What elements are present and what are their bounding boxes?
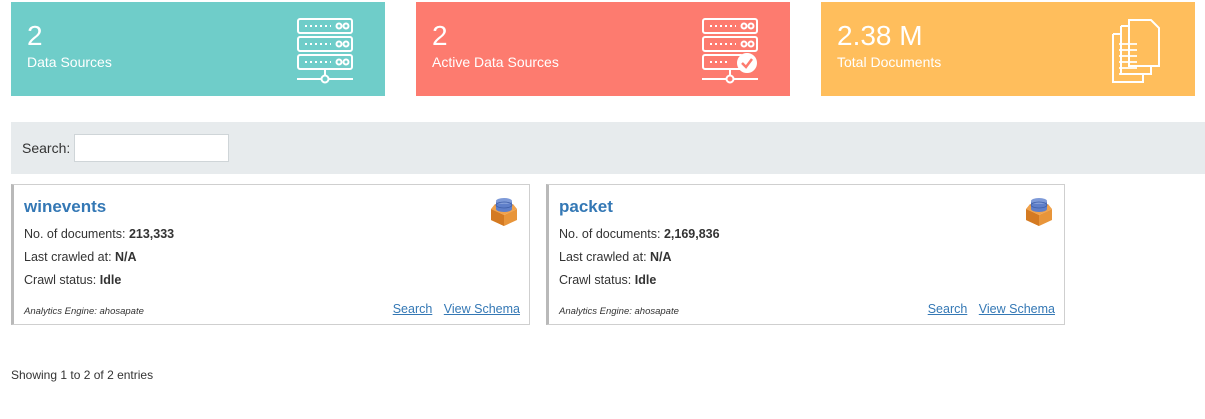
view-schema-link[interactable]: View Schema — [444, 302, 520, 316]
table-info: Showing 1 to 2 of 2 entries — [11, 368, 154, 382]
last-crawled: Last crawled at: N/A — [559, 250, 672, 264]
documents-count: No. of documents: 2,169,836 — [559, 227, 720, 241]
search-bar: Search: — [11, 122, 1205, 174]
stat-tile-data-sources: 2 Data Sources — [11, 2, 385, 96]
datasource-card: winevents No. of documents: 213,333 Last… — [11, 184, 530, 325]
documents-count: No. of documents: 213,333 — [24, 227, 175, 241]
crawl-status: Crawl status: Idle — [559, 273, 657, 287]
stat-tile-total-documents: 2.38 M Total Documents — [821, 2, 1195, 96]
card-actions: Search View Schema — [385, 302, 520, 316]
datasource-card: packet No. of documents: 2,169,836 Last … — [546, 184, 1065, 325]
analytics-engine-label: Analytics Engine: ahosapate — [24, 306, 144, 317]
database-box-icon — [1026, 198, 1052, 226]
documents-icon — [1112, 19, 1160, 83]
view-schema-link[interactable]: View Schema — [979, 302, 1055, 316]
card-actions: Search View Schema — [920, 302, 1055, 316]
search-input[interactable] — [74, 134, 230, 162]
server-icon — [297, 18, 353, 84]
database-box-icon — [491, 198, 517, 226]
search-label: Search: — [22, 140, 71, 156]
crawl-status: Crawl status: Idle — [24, 273, 122, 287]
stat-tile-active-data-sources: 2 Active Data Sources — [416, 2, 790, 96]
last-crawled: Last crawled at: N/A — [24, 250, 137, 264]
search-link[interactable]: Search — [393, 302, 433, 316]
datasource-title-link[interactable]: packet — [559, 197, 613, 217]
search-link[interactable]: Search — [928, 302, 968, 316]
analytics-engine-label: Analytics Engine: ahosapate — [559, 306, 679, 317]
datasource-title-link[interactable]: winevents — [24, 197, 106, 217]
server-check-icon — [702, 18, 758, 84]
